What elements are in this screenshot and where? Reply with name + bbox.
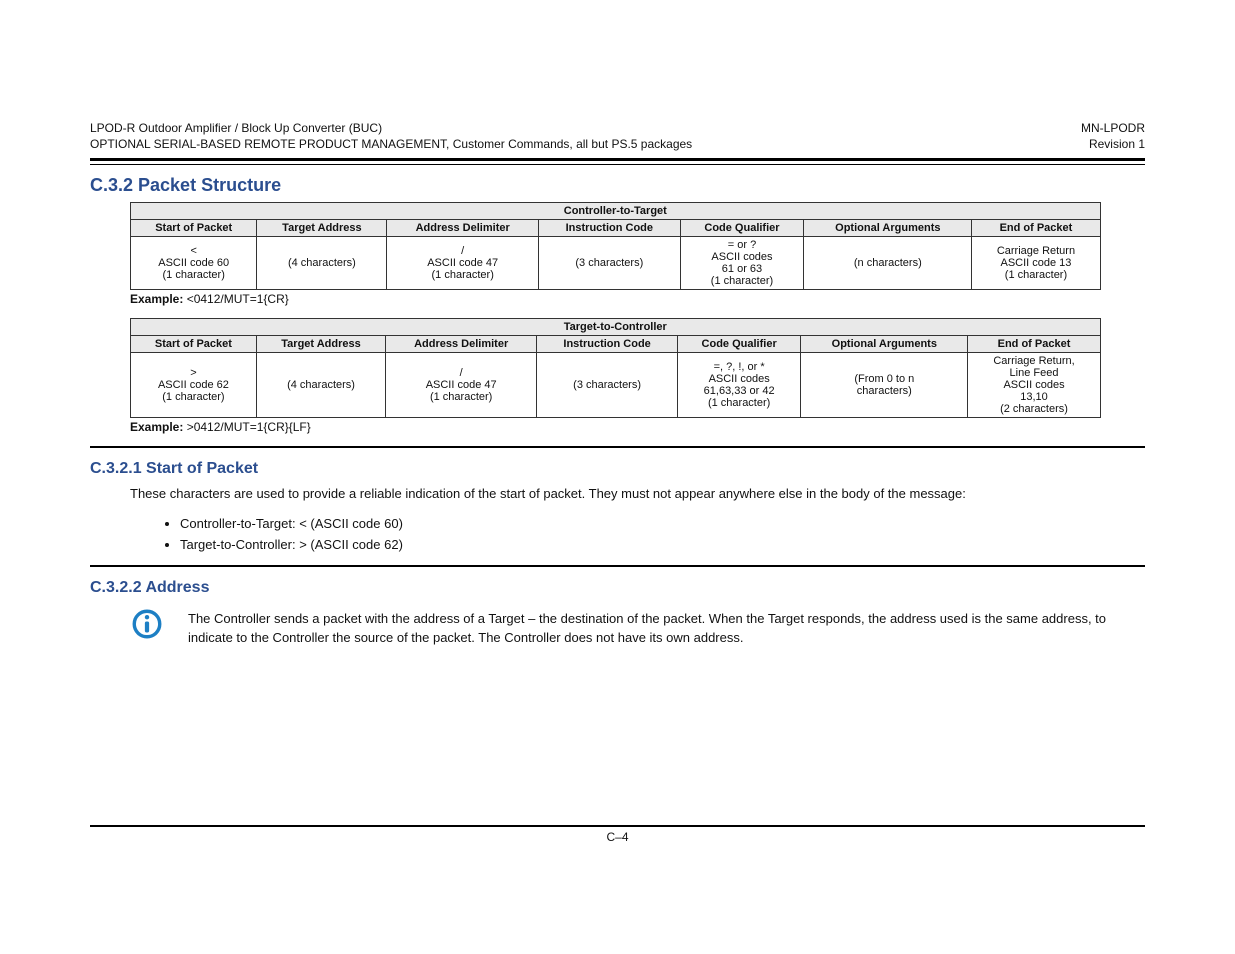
table2-h1: Target Address: [256, 336, 385, 353]
header-right-line2: Revision 1: [1081, 136, 1145, 152]
example1-label: Example:: [130, 292, 183, 306]
table2-c0: > ASCII code 62 (1 character): [131, 353, 257, 418]
example-1: Example: <0412/MUT=1{CR}: [130, 292, 1145, 306]
table1-c2: / ASCII code 47 (1 character): [387, 237, 539, 290]
page-footer: C–4: [90, 825, 1145, 844]
table1-c1: (4 characters): [257, 237, 387, 290]
header-rule: [90, 158, 1145, 165]
address-info-row: The Controller sends a packet with the a…: [130, 603, 1145, 658]
table2-c3: (3 characters): [537, 353, 678, 418]
table1-header-row: Start of Packet Target Address Address D…: [131, 220, 1101, 237]
page-header: LPOD-R Outdoor Amplifier / Block Up Conv…: [90, 120, 1145, 152]
table2-body-row: > ASCII code 62 (1 character) (4 charact…: [131, 353, 1101, 418]
start-of-packet-paragraph: These characters are used to provide a r…: [130, 484, 1145, 504]
packet-table-target-to-controller: Target-to-Controller Start of Packet Tar…: [130, 318, 1101, 418]
header-left: LPOD-R Outdoor Amplifier / Block Up Conv…: [90, 120, 692, 152]
example1-value: <0412/MUT=1{CR}: [183, 292, 288, 306]
table1-c3: (3 characters): [538, 237, 680, 290]
table1-body-row: < ASCII code 60 (1 character) (4 charact…: [131, 237, 1101, 290]
table1-group-title: Controller-to-Target: [131, 203, 1101, 220]
table1-h6: End of Packet: [972, 220, 1100, 237]
table1-h5: Optional Arguments: [804, 220, 972, 237]
table2-c6: Carriage Return, Line Feed ASCII codes 1…: [968, 353, 1100, 418]
example-2: Example: >0412/MUT=1{CR}{LF}: [130, 420, 1145, 434]
example2-label: Example:: [130, 420, 183, 434]
document-page: LPOD-R Outdoor Amplifier / Block Up Conv…: [0, 0, 1235, 954]
table1-h3: Instruction Code: [538, 220, 680, 237]
table1-c4: = or ? ASCII codes 61 or 63 (1 character…: [680, 237, 804, 290]
table1-c6: Carriage Return ASCII code 13 (1 charact…: [972, 237, 1100, 290]
table2-group-title: Target-to-Controller: [131, 319, 1101, 336]
header-right-line1: MN-LPODR: [1081, 120, 1145, 136]
table2-c4: =, ?, !, or * ASCII codes 61,63,33 or 42…: [678, 353, 801, 418]
section-heading: C.3.2 Packet Structure: [90, 175, 1145, 196]
table2-c1: (4 characters): [256, 353, 385, 418]
subsection-heading-address: C.3.2.2 Address: [90, 579, 1145, 597]
table2-c2: / ASCII code 47 (1 character): [386, 353, 537, 418]
table2-header-row: Start of Packet Target Address Address D…: [131, 336, 1101, 353]
table1-h1: Target Address: [257, 220, 387, 237]
table1-h2: Address Delimiter: [387, 220, 539, 237]
table2-h4: Code Qualifier: [678, 336, 801, 353]
table1-h0: Start of Packet: [131, 220, 257, 237]
start-of-packet-bullets: Controller-to-Target: < (ASCII code 60) …: [160, 514, 1145, 555]
subsection-heading-start-of-packet: C.3.2.1 Start of Packet: [90, 460, 1145, 478]
packet-table-controller-to-target: Controller-to-Target Start of Packet Tar…: [130, 202, 1101, 290]
bullet-target-to-controller: Target-to-Controller: > (ASCII code 62): [180, 535, 1145, 555]
info-icon: [130, 607, 164, 646]
table2-h0: Start of Packet: [131, 336, 257, 353]
header-left-line1: LPOD-R Outdoor Amplifier / Block Up Conv…: [90, 120, 692, 136]
table2-h6: End of Packet: [968, 336, 1100, 353]
table2-h3: Instruction Code: [537, 336, 678, 353]
header-left-line2: OPTIONAL SERIAL-BASED REMOTE PRODUCT MAN…: [90, 136, 692, 152]
bullet-controller-to-target: Controller-to-Target: < (ASCII code 60): [180, 514, 1145, 534]
subsection-rule-2: [90, 565, 1145, 567]
table2-h5: Optional Arguments: [801, 336, 968, 353]
table1-c0: < ASCII code 60 (1 character): [131, 237, 257, 290]
table1-h4: Code Qualifier: [680, 220, 804, 237]
header-right: MN-LPODR Revision 1: [1081, 120, 1145, 152]
table1-c5: (n characters): [804, 237, 972, 290]
address-paragraph: The Controller sends a packet with the a…: [188, 609, 1145, 648]
example2-value: >0412/MUT=1{CR}{LF}: [183, 420, 310, 434]
table2-c5: (From 0 to n characters): [801, 353, 968, 418]
page-number: C–4: [606, 830, 628, 844]
table2-h2: Address Delimiter: [386, 336, 537, 353]
subsection-rule-1: [90, 446, 1145, 448]
